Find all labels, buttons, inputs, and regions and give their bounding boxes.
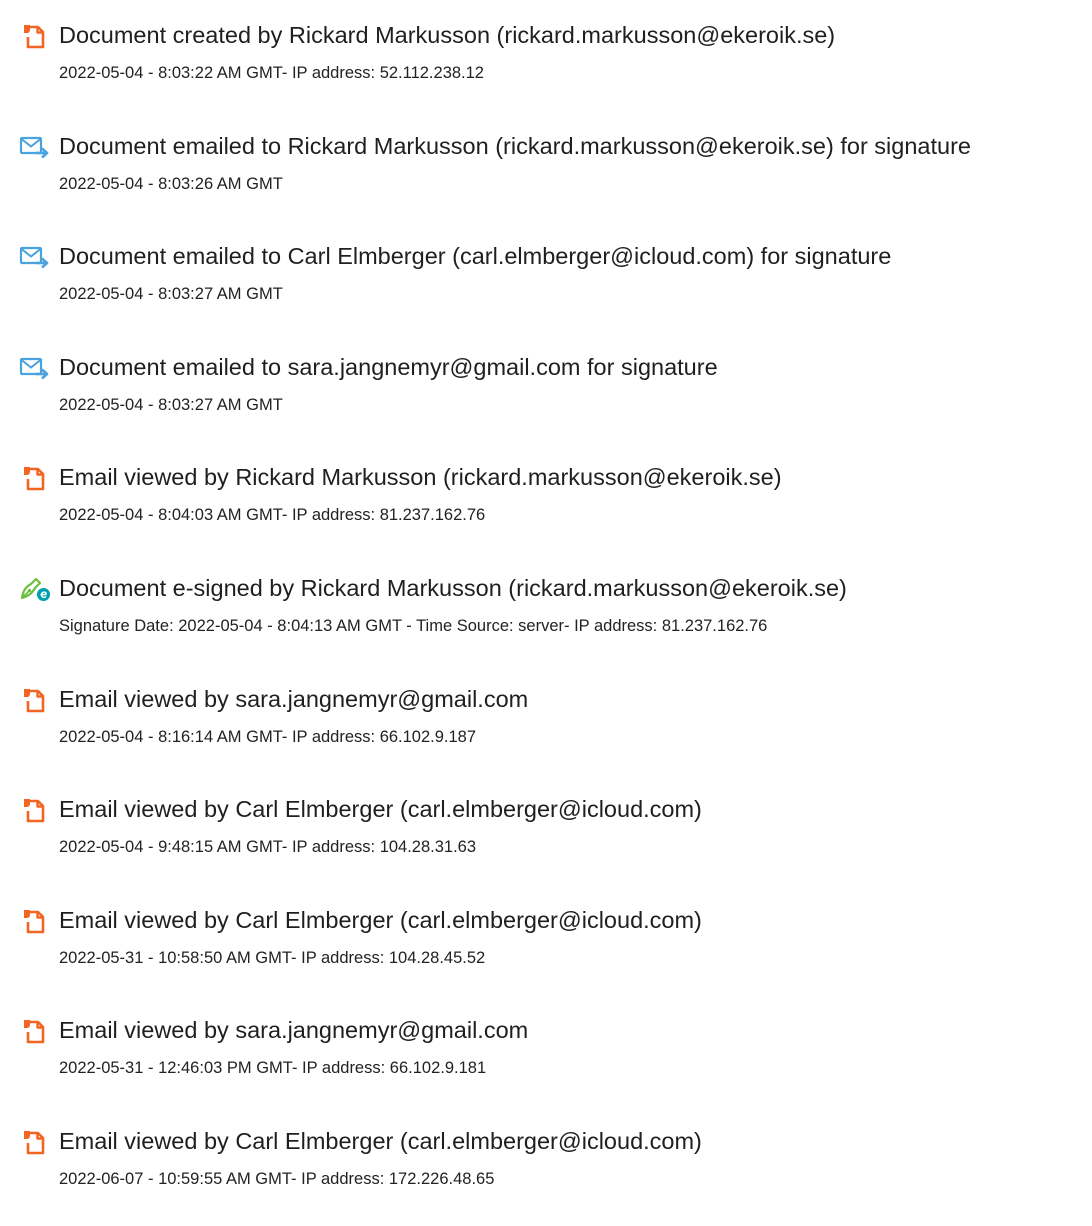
email-sent-icon bbox=[19, 134, 51, 162]
audit-entry: Email viewed by Carl Elmberger (carl.elm… bbox=[0, 1121, 1092, 1211]
entry-meta: 2022-05-04 - 8:03:27 AM GMT bbox=[59, 285, 283, 303]
entry-title: Email viewed by sara.jangnemyr@gmail.com bbox=[59, 1017, 529, 1043]
entry-meta: 2022-05-31 - 12:46:03 PM GMT- IP address… bbox=[59, 1059, 487, 1077]
document-icon bbox=[19, 1129, 51, 1157]
entry-title: Email viewed by Carl Elmberger (carl.elm… bbox=[59, 796, 702, 822]
entry-meta: 2022-05-04 - 8:03:27 AM GMT bbox=[59, 396, 283, 414]
audit-entry: Document emailed to Rickard Markusson (r… bbox=[0, 126, 1092, 216]
audit-entry: Email viewed by Carl Elmberger (carl.elm… bbox=[0, 900, 1092, 990]
entry-title: Document e-signed by Rickard Markusson (… bbox=[59, 575, 847, 601]
email-sent-icon bbox=[19, 244, 51, 272]
entry-meta: 2022-05-04 - 8:03:26 AM GMT bbox=[59, 175, 283, 193]
entry-meta: 2022-05-04 - 8:03:22 AM GMT- IP address:… bbox=[59, 64, 484, 82]
entry-meta: 2022-05-31 - 10:58:50 AM GMT- IP address… bbox=[59, 949, 486, 967]
audit-entry: Document e-signed by Rickard Markusson (… bbox=[0, 568, 1092, 658]
document-icon bbox=[19, 908, 51, 936]
audit-entry: Email viewed by Carl Elmberger (carl.elm… bbox=[0, 789, 1092, 879]
entry-title: Email viewed by Carl Elmberger (carl.elm… bbox=[59, 1128, 702, 1154]
document-icon bbox=[19, 797, 51, 825]
entry-title: Email viewed by sara.jangnemyr@gmail.com bbox=[59, 686, 529, 712]
email-sent-icon bbox=[19, 355, 51, 383]
entry-title: Document emailed to Rickard Markusson (r… bbox=[59, 133, 971, 159]
entry-title: Document created by Rickard Markusson (r… bbox=[59, 22, 836, 48]
entry-title: Document emailed to Carl Elmberger (carl… bbox=[59, 243, 892, 269]
audit-entry: Document emailed to Carl Elmberger (carl… bbox=[0, 236, 1092, 326]
entry-meta: 2022-06-07 - 10:59:55 AM GMT- IP address… bbox=[59, 1170, 495, 1188]
audit-entry: Email viewed by sara.jangnemyr@gmail.com… bbox=[0, 1010, 1092, 1100]
document-icon bbox=[19, 465, 51, 493]
entry-title: Document emailed to sara.jangnemyr@gmail… bbox=[59, 354, 718, 380]
audit-entry: Document created by Rickard Markusson (r… bbox=[0, 15, 1092, 105]
e-sign-icon bbox=[19, 576, 51, 604]
entry-meta: Signature Date: 2022-05-04 - 8:04:13 AM … bbox=[59, 617, 768, 635]
audit-entry: Email viewed by Rickard Markusson (ricka… bbox=[0, 457, 1092, 547]
audit-entry: Document emailed to sara.jangnemyr@gmail… bbox=[0, 347, 1092, 437]
entry-meta: 2022-05-04 - 8:04:03 AM GMT- IP address:… bbox=[59, 506, 486, 524]
document-icon bbox=[19, 23, 51, 51]
entry-meta: 2022-05-04 - 8:16:14 AM GMT- IP address:… bbox=[59, 728, 477, 746]
entry-title: Email viewed by Rickard Markusson (ricka… bbox=[59, 464, 782, 490]
entry-title: Email viewed by Carl Elmberger (carl.elm… bbox=[59, 907, 702, 933]
document-icon bbox=[19, 687, 51, 715]
audit-entry: Email viewed by sara.jangnemyr@gmail.com… bbox=[0, 679, 1092, 769]
entry-meta: 2022-05-04 - 9:48:15 AM GMT- IP address:… bbox=[59, 838, 477, 856]
document-icon bbox=[19, 1018, 51, 1046]
